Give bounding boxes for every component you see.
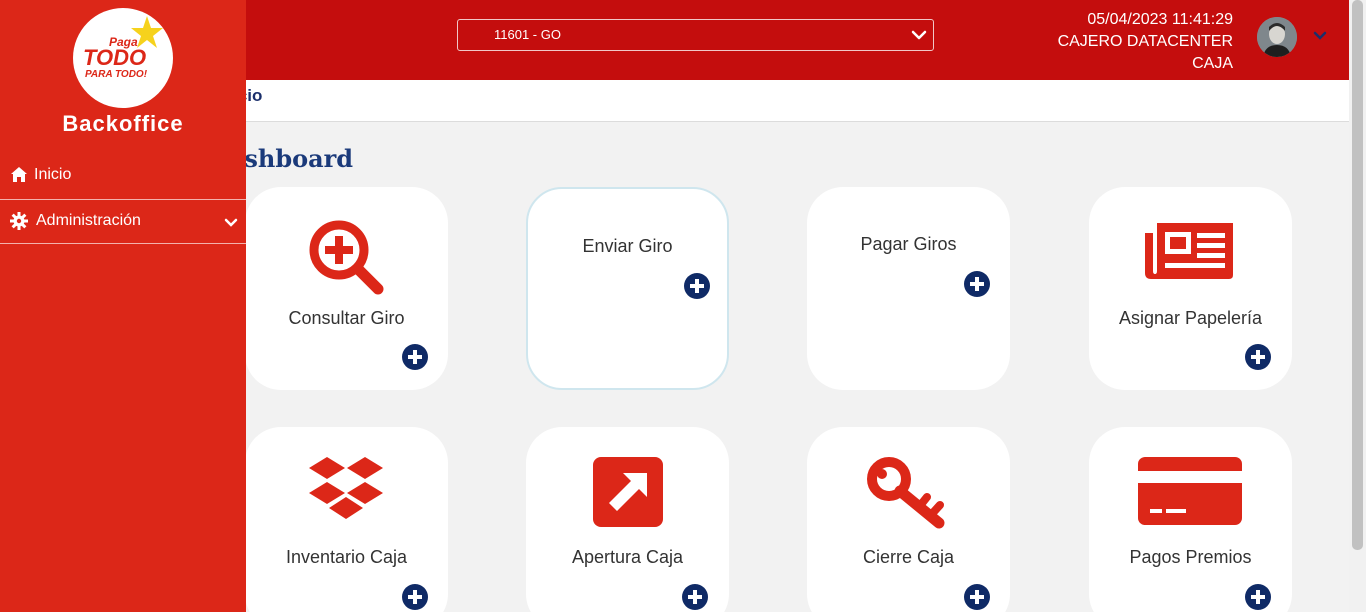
card-label: Asignar Papelería	[1118, 308, 1263, 328]
datetime: 05/04/2023 11:41:29	[1087, 11, 1233, 28]
scrollbar-thumb[interactable]	[1352, 0, 1363, 550]
branch-select[interactable]: 11601 - GO	[457, 19, 934, 51]
card-label: Consultar Giro	[288, 308, 405, 328]
card-asignar-papeleria[interactable]: Asignar Papelería	[1089, 187, 1292, 390]
search-plus-icon	[309, 220, 384, 295]
card-pagos-premios[interactable]: Pagos Premios	[1089, 427, 1292, 612]
card-inventario-caja[interactable]: Inventario Caja	[245, 427, 448, 612]
card-apertura-caja[interactable]: Apertura Caja	[526, 427, 729, 612]
sidebar: Paga TODO PARA TODO! Backoffice Inicio A…	[0, 0, 246, 612]
branch-select-value: 11601 - GO	[494, 27, 561, 42]
newspaper-icon	[1145, 223, 1233, 279]
app-title: Backoffice	[62, 111, 184, 136]
sidebar-item-inicio[interactable]: Inicio	[0, 154, 246, 199]
card-label: Cierre Caja	[862, 547, 955, 567]
user-name: CAJERO DATACENTER	[1057, 33, 1233, 50]
card-label: Apertura Caja	[571, 547, 684, 567]
plus-circle-icon[interactable]	[964, 271, 990, 297]
svg-text:PARA TODO!: PARA TODO!	[85, 69, 148, 80]
card-label: Inventario Caja	[285, 547, 408, 567]
user-info: 05/04/2023 11:41:29 CAJERO DATACENTER CA…	[1058, 9, 1233, 75]
card-enviar-giro[interactable]: Enviar Giro	[526, 187, 729, 390]
logo[interactable]: Paga TODO PARA TODO!	[73, 8, 173, 108]
credit-card-icon	[1138, 457, 1242, 525]
sidebar-item-label: Administración	[36, 212, 141, 229]
card-label: Pagos Premios	[1129, 547, 1252, 567]
plus-circle-icon[interactable]	[1245, 344, 1271, 370]
logo-graphic: Paga TODO PARA TODO!	[83, 16, 163, 80]
card-cierre-caja[interactable]: Cierre Caja	[807, 427, 1010, 612]
chevron-down-icon[interactable]	[1313, 30, 1327, 42]
card-consultar-giro[interactable]: Consultar Giro	[245, 187, 448, 390]
card-label: Enviar Giro	[582, 236, 673, 256]
gear-icon	[10, 212, 28, 230]
plus-circle-icon[interactable]	[1245, 584, 1271, 610]
sidebar-item-administracion[interactable]: Administración	[0, 199, 246, 244]
plus-circle-icon[interactable]	[402, 584, 428, 610]
home-icon	[11, 167, 27, 182]
external-link-icon	[593, 457, 663, 527]
plus-circle-icon[interactable]	[964, 584, 990, 610]
user-photo	[1257, 17, 1297, 57]
sidebar-item-label: Inicio	[34, 166, 72, 183]
plus-circle-icon[interactable]	[682, 584, 708, 610]
avatar[interactable]	[1257, 17, 1297, 57]
card-label: Pagar Giros	[860, 234, 957, 254]
plus-circle-icon[interactable]	[402, 344, 428, 370]
svg-text:TODO: TODO	[83, 45, 146, 70]
key-icon	[867, 457, 945, 529]
chevron-down-icon	[224, 218, 238, 227]
card-pagar-giros[interactable]: Pagar Giros	[807, 187, 1010, 390]
user-role: CAJA	[1192, 55, 1233, 72]
dropbox-icon	[309, 457, 383, 519]
chevron-down-icon	[911, 30, 927, 40]
plus-circle-icon[interactable]	[684, 273, 710, 299]
